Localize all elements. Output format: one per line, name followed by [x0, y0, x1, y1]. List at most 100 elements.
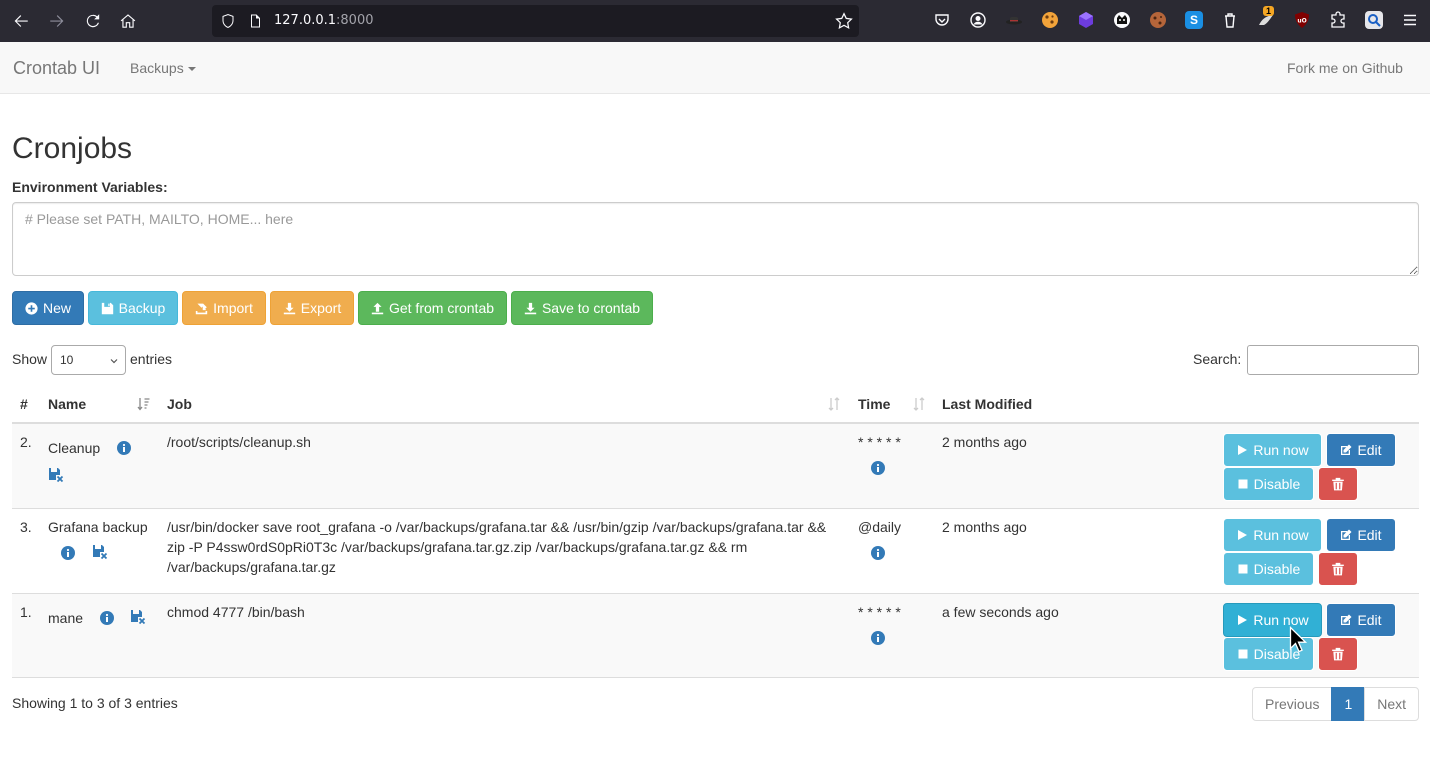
export-button[interactable]: Export — [270, 291, 354, 325]
info-icon[interactable] — [871, 546, 885, 560]
account-icon[interactable] — [969, 11, 987, 29]
header-last-modified: Last Modified — [942, 396, 1033, 412]
row-time: * * * * * — [858, 604, 901, 620]
bookmark-star-icon[interactable] — [835, 12, 853, 30]
play-icon — [1238, 445, 1248, 455]
delete-button[interactable] — [1318, 637, 1358, 671]
table-row: 2. Cleanup /root/scripts/cleanup.sh * * … — [12, 424, 1419, 509]
delete-button[interactable] — [1318, 467, 1358, 501]
import-icon — [195, 303, 208, 314]
cronjobs-table: # Name Job Time Last Modified 2. Cleanup… — [12, 386, 1419, 678]
mouse-cursor-icon — [1289, 626, 1308, 653]
header-name[interactable]: Name — [48, 396, 86, 412]
edit-icon — [1341, 529, 1352, 540]
delete-button[interactable] — [1318, 552, 1358, 586]
edit-label: Edit — [1357, 527, 1382, 543]
info-icon[interactable] — [117, 441, 131, 455]
row-name: Cleanup — [48, 440, 101, 456]
export-button-label: Export — [300, 300, 342, 316]
chevron-down-icon — [110, 359, 118, 364]
cookie-extension-icon[interactable] — [1041, 11, 1059, 29]
row-num: 3. — [20, 519, 32, 535]
row-num: 2. — [20, 434, 32, 450]
trash-extension-icon[interactable] — [1221, 11, 1239, 29]
edit-label: Edit — [1357, 612, 1382, 628]
info-icon[interactable] — [871, 461, 885, 475]
sort-both-icon[interactable] — [912, 396, 926, 412]
cookie-editor-icon[interactable] — [1149, 11, 1167, 29]
save-backup-icon[interactable] — [48, 467, 64, 483]
backups-dropdown[interactable]: Backups — [130, 60, 196, 76]
save-to-crontab-label: Save to crontab — [541, 300, 641, 316]
edit-button[interactable]: Edit — [1326, 603, 1396, 637]
env-variables-textarea[interactable] — [12, 202, 1419, 276]
url-bar[interactable]: 127.0.0.1:8000 — [212, 5, 859, 37]
back-icon[interactable] — [9, 9, 33, 33]
url-text[interactable]: 127.0.0.1:8000 — [274, 13, 374, 28]
disable-button[interactable]: Disable — [1223, 467, 1314, 501]
notification-extension-icon[interactable]: 1 — [1257, 6, 1275, 29]
hamburger-menu-icon[interactable] — [1401, 11, 1419, 29]
entries-length-value: 10 — [60, 353, 74, 367]
forward-icon[interactable] — [45, 9, 69, 33]
get-from-crontab-button[interactable]: Get from crontab — [358, 291, 507, 325]
row-time: @daily — [858, 519, 902, 535]
run-now-button[interactable]: Run now — [1223, 433, 1322, 467]
info-icon[interactable] — [871, 631, 885, 645]
extension-badge: 1 — [1263, 6, 1275, 16]
fork-github-link[interactable]: Fork me on Github — [1287, 60, 1403, 76]
pocket-icon[interactable] — [933, 11, 951, 29]
backup-button[interactable]: Backup — [88, 291, 178, 325]
disable-label: Disable — [1253, 476, 1301, 492]
sort-ascending-icon[interactable] — [137, 396, 151, 412]
browser-toolbar: 127.0.0.1:8000 S 1 uO — [0, 0, 1430, 42]
page-1-button[interactable]: 1 — [1331, 687, 1366, 721]
import-button[interactable]: Import — [182, 291, 266, 325]
previous-page-button[interactable]: Previous — [1252, 687, 1333, 721]
navbar: Crontab UI Backups Fork me on Github — [0, 42, 1430, 94]
info-icon[interactable] — [61, 546, 75, 560]
url-host: 127.0.0.1 — [274, 13, 337, 28]
header-num[interactable]: # — [20, 396, 28, 412]
row-num: 1. — [20, 604, 32, 620]
trash-icon — [1332, 562, 1344, 576]
hat-extension-icon[interactable] — [1005, 11, 1023, 29]
edit-button[interactable]: Edit — [1326, 518, 1396, 552]
reload-icon[interactable] — [81, 9, 105, 33]
table-header: # Name Job Time Last Modified — [12, 386, 1419, 424]
stop-icon — [1238, 479, 1248, 489]
disable-button[interactable]: Disable — [1223, 552, 1314, 586]
run-now-label: Run now — [1253, 442, 1309, 458]
header-time[interactable]: Time — [858, 396, 890, 412]
row-job: /root/scripts/cleanup.sh — [167, 434, 311, 450]
extensions-puzzle-icon[interactable] — [1329, 11, 1347, 29]
new-button[interactable]: New — [12, 291, 84, 325]
entries-length-select[interactable]: 10 — [51, 345, 126, 375]
disable-label: Disable — [1253, 561, 1301, 577]
next-page-button[interactable]: Next — [1364, 687, 1420, 721]
s-extension-icon[interactable]: S — [1185, 11, 1203, 29]
save-backup-icon[interactable] — [130, 609, 146, 625]
row-last-modified: 2 months ago — [942, 434, 1027, 450]
caret-down-icon — [187, 67, 196, 72]
run-now-label: Run now — [1253, 527, 1309, 543]
save-to-crontab-button[interactable]: Save to crontab — [511, 291, 653, 325]
search-extension-icon[interactable] — [1365, 11, 1383, 29]
info-icon[interactable] — [100, 611, 114, 625]
run-now-button[interactable]: Run now — [1223, 518, 1322, 552]
brand-link[interactable]: Crontab UI — [13, 58, 100, 79]
shield-icon[interactable] — [220, 13, 236, 29]
save-backup-icon[interactable] — [92, 544, 108, 560]
hackbar-extension-icon[interactable] — [1113, 11, 1131, 29]
sort-both-icon[interactable] — [827, 396, 841, 412]
home-icon[interactable] — [116, 9, 140, 33]
header-job[interactable]: Job — [167, 396, 192, 412]
svg-text:uO: uO — [1297, 18, 1306, 25]
ublock-origin-icon[interactable]: uO — [1293, 11, 1311, 29]
edit-button[interactable]: Edit — [1326, 433, 1396, 467]
row-last-modified: 2 months ago — [942, 519, 1027, 535]
search-input[interactable] — [1247, 345, 1419, 375]
play-icon — [1238, 615, 1248, 625]
purple-cube-extension-icon[interactable] — [1077, 11, 1095, 29]
page-icon — [251, 14, 260, 28]
